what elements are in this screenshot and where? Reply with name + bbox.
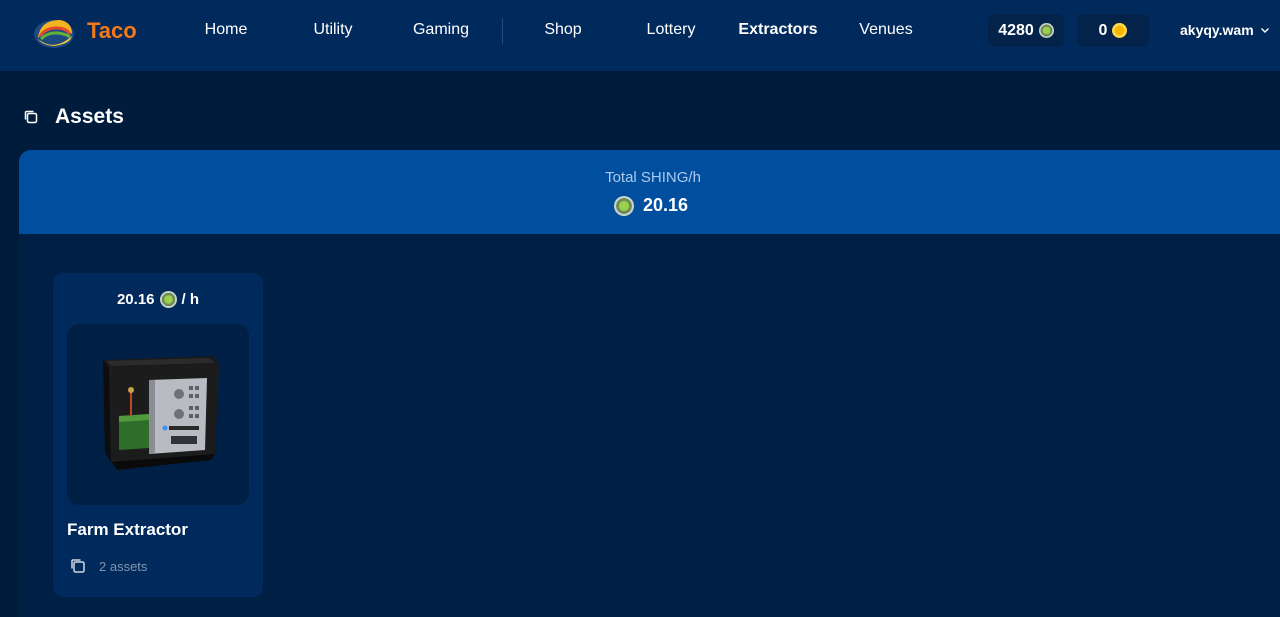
nav-gaming[interactable]: Gaming bbox=[413, 21, 469, 39]
nav-extractors[interactable]: Extractors bbox=[738, 21, 817, 39]
shing-coin-icon bbox=[1038, 23, 1054, 38]
shing-coin-icon bbox=[614, 195, 634, 216]
total-rate-summary: Total SHING/h 20.16 bbox=[19, 150, 1280, 234]
taco-balance-value: 0 bbox=[1098, 21, 1108, 39]
card-asset-count: 2 assets bbox=[69, 557, 147, 575]
summary-label: Total SHING/h bbox=[605, 169, 701, 186]
user-menu[interactable]: akyqy.wam bbox=[1180, 22, 1270, 38]
asset-card-farm-extractor[interactable]: 20.16 / h Farm Extractor 2 assets bbox=[53, 273, 263, 597]
summary-value: 20.16 bbox=[643, 195, 689, 215]
user-name: akyqy.wam bbox=[1180, 22, 1254, 38]
shing-balance-value: 4280 bbox=[998, 21, 1034, 39]
brand-name[interactable]: Taco bbox=[87, 18, 137, 44]
shing-coin-icon bbox=[159, 291, 177, 308]
nav-divider bbox=[502, 18, 503, 44]
card-rate-value: 20.16 bbox=[116, 291, 155, 308]
copy-icon bbox=[71, 559, 85, 573]
copy-icon bbox=[24, 110, 38, 124]
card-rate-unit: / h bbox=[181, 291, 200, 308]
nav-venues[interactable]: Venues bbox=[859, 21, 912, 39]
card-name[interactable]: Farm Extractor bbox=[67, 520, 188, 540]
summary-value-row: 20.16 bbox=[614, 195, 688, 216]
taco-logo-icon[interactable] bbox=[32, 12, 76, 50]
taco-coin-icon bbox=[1112, 23, 1128, 38]
card-rate: 20.16 / h bbox=[53, 291, 263, 308]
top-navigation-bar: Taco Home Utility Gaming Shop Lottery Ex… bbox=[0, 0, 1280, 71]
taco-balance[interactable]: 0 bbox=[1077, 14, 1149, 47]
nav-utility[interactable]: Utility bbox=[313, 21, 352, 39]
nav-home[interactable]: Home bbox=[205, 21, 248, 39]
farm-extractor-machine-icon bbox=[103, 356, 219, 470]
card-assets-label: 2 assets bbox=[99, 558, 148, 574]
chevron-down-icon bbox=[1260, 28, 1269, 33]
nav-lottery[interactable]: Lottery bbox=[647, 21, 696, 39]
farm-extractor-image[interactable] bbox=[67, 324, 249, 505]
page-title: Assets bbox=[55, 105, 124, 128]
nav-shop[interactable]: Shop bbox=[544, 21, 581, 39]
shing-balance[interactable]: 4280 bbox=[988, 14, 1064, 47]
